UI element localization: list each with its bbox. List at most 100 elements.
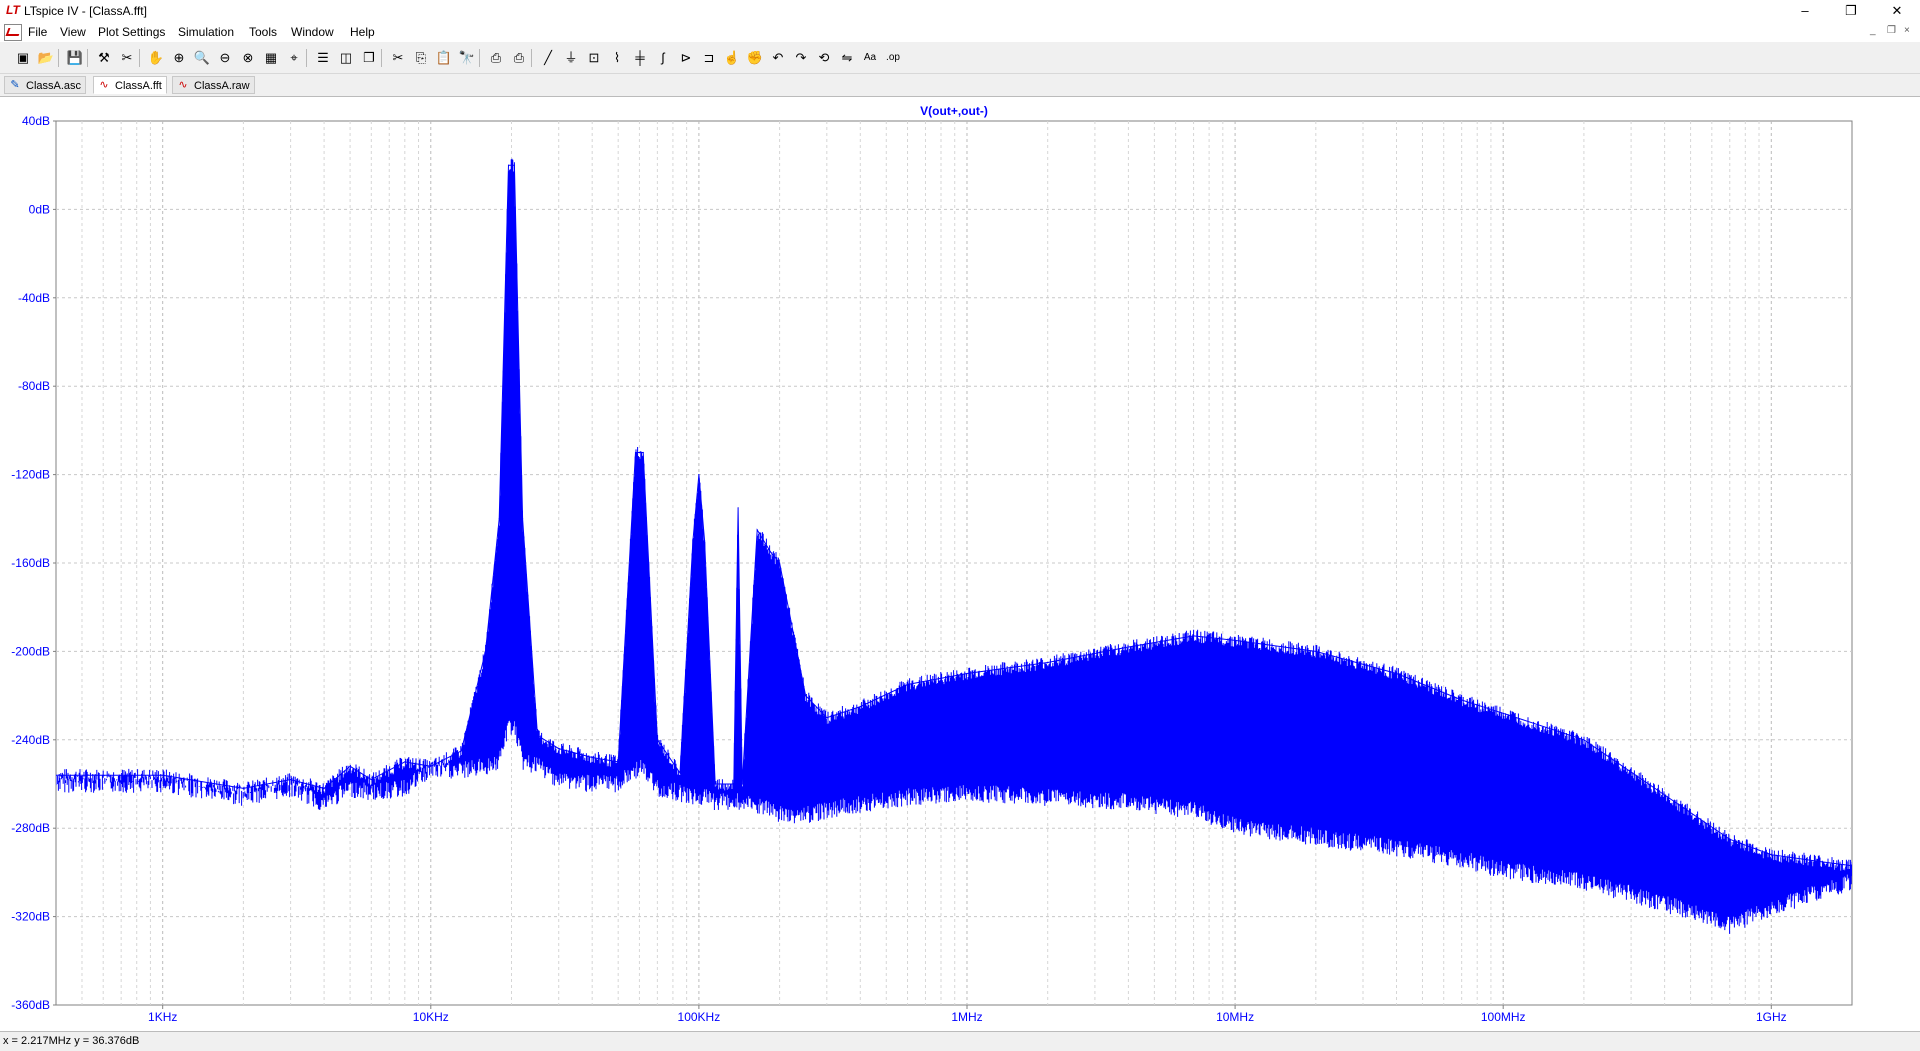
data-point	[1502, 712, 1504, 714]
mdi-restore-button[interactable]: ❐	[1887, 25, 1896, 36]
new-schematic-icon[interactable]: ▣	[14, 49, 32, 67]
paste-icon[interactable]: 📋	[435, 49, 453, 67]
tab-label: ClassA.raw	[194, 80, 250, 92]
toolbar-separator	[479, 49, 480, 67]
menu-simulation[interactable]: Simulation	[178, 25, 234, 39]
y-tick-label: 40dB	[22, 114, 50, 128]
data-point	[1127, 646, 1129, 648]
y-tick-label: -120dB	[11, 468, 50, 482]
toolbar-separator	[58, 49, 59, 67]
x-tick-label: 10MHz	[1216, 1010, 1254, 1024]
ltspice-logo: LT	[6, 3, 20, 17]
move-icon[interactable]: ☝	[723, 49, 741, 67]
data-point	[404, 761, 406, 763]
cascade-icon[interactable]: ❐	[360, 49, 378, 67]
spice-directive-icon[interactable]: .op	[884, 49, 902, 67]
data-point	[1461, 699, 1463, 701]
component-icon[interactable]: ⊐	[700, 49, 718, 67]
zoom-out-icon[interactable]: ⊖	[216, 49, 234, 67]
diode-icon[interactable]: ⊳	[677, 49, 695, 67]
label-icon[interactable]: ⊡	[585, 49, 603, 67]
toolbar-separator	[306, 49, 307, 67]
mirror-icon[interactable]: ⇋	[838, 49, 856, 67]
print-icon[interactable]: ⎙	[487, 49, 505, 67]
data-point	[1234, 639, 1236, 642]
document-system-menu-icon[interactable]	[4, 24, 22, 41]
data-point	[591, 756, 593, 759]
open-icon[interactable]: 📂	[37, 49, 55, 67]
tab-classa-raw[interactable]: ∿ ClassA.raw	[172, 76, 255, 94]
cursor-icon[interactable]: ⌖	[285, 49, 303, 67]
text-icon[interactable]: Aa	[861, 49, 879, 67]
tab-label: ClassA.fft	[115, 80, 162, 92]
print-preview-icon[interactable]: ⎙	[510, 49, 528, 67]
data-point	[510, 164, 513, 166]
save-icon[interactable]: 💾	[66, 49, 84, 67]
mdi-close-button[interactable]: ×	[1904, 25, 1910, 36]
data-point	[1583, 739, 1585, 741]
control-panel-icon[interactable]: ⚒	[95, 49, 113, 67]
data-point	[741, 783, 743, 785]
inductor-icon[interactable]: ʃ	[654, 49, 672, 67]
menu-plot-settings[interactable]: Plot Settings	[98, 25, 165, 39]
zoom-in-icon[interactable]: ⊕	[170, 49, 188, 67]
maximize-button[interactable]: ❐	[1828, 0, 1874, 22]
data-point	[370, 779, 372, 781]
toolbar: ▣ 📂 💾 ⚒ ✂ ✋ ⊕ 🔍 ⊖ ⊗ ▦ ⌖ ☰ ◫ ❐ ✂ ⎘ 📋 🔭 ⎙ ⎙ ╱ ⏚ ⊡ ⌇ ╪ ʃ ⊳ ⊐ ☝ ✊ ↶ ↷ ⟲ ⇋ Aa .op	[0, 43, 1920, 74]
tab-classa-fft[interactable]: ∿ ClassA.fft	[93, 76, 167, 94]
y-tick-label: 0dB	[29, 202, 50, 216]
menu-view[interactable]: View	[60, 25, 86, 39]
data-point	[692, 540, 694, 542]
data-point	[656, 739, 659, 741]
x-tick-label: 1MHz	[951, 1010, 982, 1024]
waveform-icon: ∿	[99, 79, 109, 91]
waveform-icon: ∿	[178, 79, 188, 91]
data-point	[430, 765, 432, 767]
waveform-plot-pane[interactable]: 40dB 0dB -40dB -80dB -120dB -160dB -200dB -240d…	[0, 96, 1920, 1031]
rotate-icon[interactable]: ⟲	[815, 49, 833, 67]
menu-help[interactable]: Help	[350, 25, 375, 39]
redo-icon[interactable]: ↷	[792, 49, 810, 67]
pan-icon[interactable]: ✋	[147, 49, 165, 67]
grid-icon[interactable]: ▦	[262, 49, 280, 67]
data-point	[1770, 854, 1772, 856]
data-point	[805, 695, 807, 697]
trace-title: V(out+,out-)	[920, 104, 988, 118]
mdi-minimize-button[interactable]: _	[1870, 25, 1876, 36]
data-point	[323, 787, 325, 790]
minimize-button[interactable]: –	[1782, 0, 1828, 22]
zoom-area-icon[interactable]: 🔍	[193, 49, 211, 67]
tile-horizontal-icon[interactable]: ☰	[314, 49, 332, 67]
schematic-icon: ✎	[10, 79, 20, 91]
menu-window[interactable]: Window	[291, 25, 334, 39]
data-point	[617, 761, 619, 763]
drag-icon[interactable]: ✊	[746, 49, 764, 67]
toolbar-separator	[139, 49, 140, 67]
cut-icon[interactable]: ✂	[389, 49, 407, 67]
autorange-icon[interactable]: ✂	[118, 49, 136, 67]
tile-vertical-icon[interactable]: ◫	[337, 49, 355, 67]
close-button[interactable]: ✕	[1874, 0, 1920, 22]
undo-icon[interactable]: ↶	[769, 49, 787, 67]
zoom-fit-icon[interactable]: ⊗	[239, 49, 257, 67]
tab-classa-asc[interactable]: ✎ ClassA.asc	[4, 76, 87, 94]
cursor-readout: x = 2.217MHz y = 36.376dB	[3, 1035, 140, 1047]
data-point	[1817, 860, 1820, 863]
capacitor-icon[interactable]: ╪	[631, 49, 649, 67]
menu-file[interactable]: File	[28, 25, 47, 39]
data-point	[349, 765, 351, 767]
data-point	[507, 164, 510, 166]
ground-icon[interactable]: ⏚	[562, 49, 580, 67]
wire-icon[interactable]: ╱	[539, 49, 557, 67]
y-tick-label: -360dB	[11, 998, 50, 1012]
data-point	[698, 474, 700, 476]
data-point	[638, 451, 641, 454]
find-icon[interactable]: 🔭	[458, 49, 476, 67]
data-point	[737, 507, 739, 509]
tab-label: ClassA.asc	[26, 80, 82, 92]
fft-plot[interactable]: 40dB 0dB -40dB -80dB -120dB -160dB -200dB -240d…	[0, 97, 1920, 1031]
copy-icon[interactable]: ⎘	[412, 49, 430, 67]
menu-tools[interactable]: Tools	[249, 25, 277, 39]
data-point	[536, 734, 539, 737]
resistor-icon[interactable]: ⌇	[608, 49, 626, 67]
